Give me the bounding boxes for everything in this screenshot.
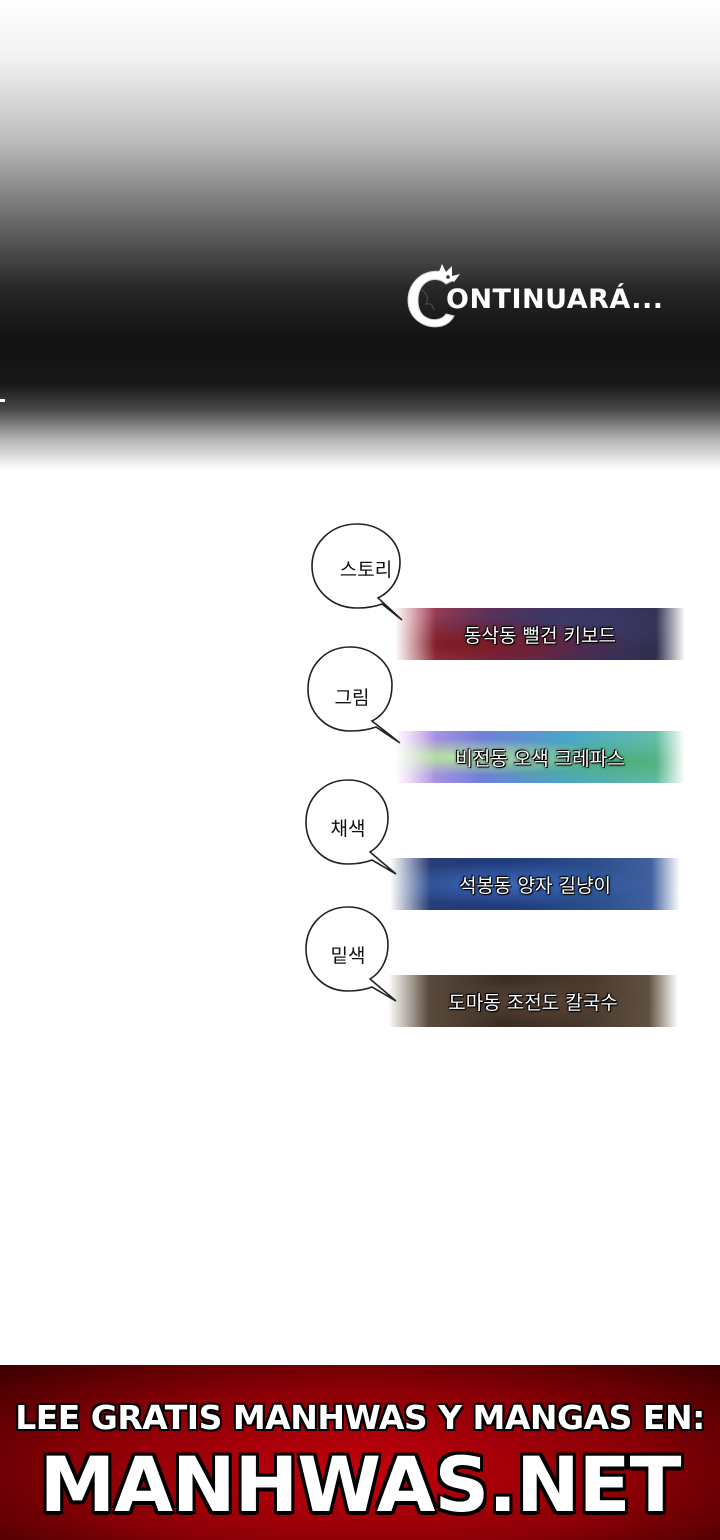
credit-row-color: 채색 석봉동 양자 길냥이: [300, 776, 700, 910]
credit-name: 비전동 오색 크레파스: [455, 748, 625, 770]
site-ad-banner[interactable]: LEE GRATIS MANHWAS Y MANGAS EN: MANHWAS.…: [0, 1365, 720, 1540]
ad-tagline: LEE GRATIS MANHWAS Y MANGAS EN:: [15, 1398, 705, 1437]
panel-gradient-band: [0, 0, 720, 470]
credit-row-story: 스토리 동삭동 뻘건 키보드: [300, 520, 700, 660]
credit-role-label: 채색: [330, 818, 366, 840]
ad-site-name[interactable]: MANHWAS.NET: [0, 1445, 720, 1525]
credit-name-banner: 도마동 조전도 칼국수: [388, 975, 678, 1027]
credit-row-art: 그림 비전동 오색 크레파스: [300, 643, 700, 783]
credit-name: 도마동 조전도 칼국수: [448, 992, 618, 1014]
credit-name: 석봉동 양자 길냥이: [459, 875, 611, 897]
credit-role-label: 밑색: [330, 945, 366, 967]
credit-role-label: 스토리: [339, 559, 393, 581]
continue-text: ONTINUARÁ...: [446, 284, 664, 315]
to-be-continued-caption: ONTINUARÁ...: [402, 260, 692, 335]
credit-row-base-color: 밑색 도마동 조전도 칼국수: [300, 903, 700, 1027]
panel-edge-mark: [0, 399, 5, 402]
credit-role-label: 그림: [334, 687, 370, 709]
